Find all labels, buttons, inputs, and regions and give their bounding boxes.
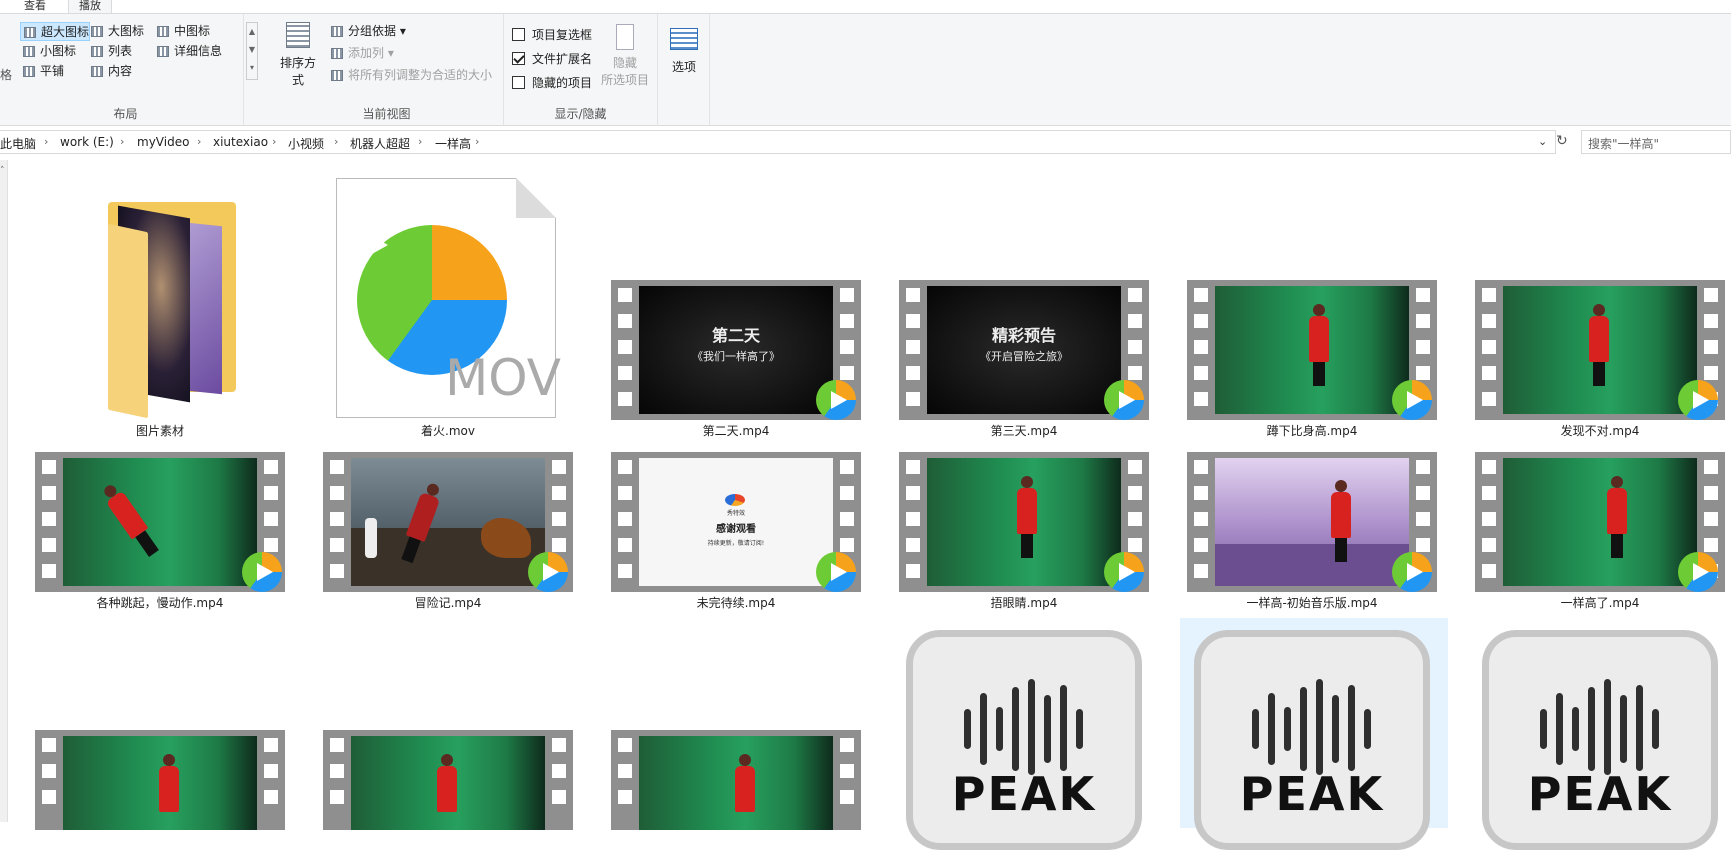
tencent-video-icon <box>528 552 568 592</box>
file-name: 一样高了.mp4 <box>1560 596 1640 610</box>
file-name: 未完待续.mp4 <box>696 596 776 610</box>
group-by-icon <box>331 26 343 37</box>
options-icon <box>670 28 698 50</box>
file-item-video[interactable]: 捂眼睛.mp4 <box>894 338 1154 610</box>
file-item-video[interactable]: 冒险记.mp4 <box>318 338 578 610</box>
video-thumbnail[interactable] <box>323 730 573 830</box>
audio-file-item[interactable]: PEAK <box>906 630 1142 850</box>
small-icons-icon <box>23 46 35 57</box>
layout-scroll[interactable]: ▲ ▼ ▾ <box>246 22 258 80</box>
medium-icons-icon <box>157 26 169 37</box>
hidden-items-box[interactable] <box>512 76 525 89</box>
view-small-icons[interactable]: 小图标 <box>20 42 76 61</box>
waveform-icon <box>964 679 1084 775</box>
collapse-icon[interactable]: ˄ <box>0 166 5 176</box>
file-name: 一样高-初始音乐版.mp4 <box>1246 596 1378 610</box>
content-icon <box>91 66 103 77</box>
large-icons-icon <box>91 26 103 37</box>
sort-button[interactable]: 排序方式 <box>278 22 318 87</box>
crumb-current-folder[interactable]: 一样高 <box>435 135 471 152</box>
address-dropdown-icon[interactable]: ⌄ <box>1538 135 1547 148</box>
options-group: 选项 <box>658 14 710 126</box>
view-list[interactable]: 列表 <box>88 42 132 61</box>
file-name: 捂眼睛.mp4 <box>990 596 1058 610</box>
crumb-chevron-icon[interactable]: › <box>334 135 338 148</box>
tencent-video-icon <box>1678 552 1718 592</box>
crumb-chevron-icon[interactable]: › <box>120 135 124 148</box>
crumb-robot-chaochao[interactable]: 机器人超超 <box>350 135 410 152</box>
address-bar[interactable]: 此电脑 › work (E:) › myVideo › xiutexiao › … <box>0 130 1556 154</box>
audio-file-item[interactable]: PEAK <box>1482 630 1718 850</box>
fit-columns-icon <box>331 70 343 81</box>
refresh-icon[interactable]: ↻ <box>1556 133 1568 149</box>
extra-large-icons-icon <box>24 27 36 38</box>
layout-group: 超大图标 大图标 中图标 小图标 列表 详细信息 平铺 内容 ▲ ▼ ▾ 布局 <box>8 14 258 126</box>
show-hide-group-label: 显示/隐藏 <box>554 107 607 121</box>
view-medium-icons[interactable]: 中图标 <box>154 22 210 41</box>
view-content[interactable]: 内容 <box>88 62 132 81</box>
waveform-icon <box>1252 679 1372 775</box>
tab-play[interactable]: 播放 <box>68 0 112 14</box>
video-thumbnail[interactable] <box>35 730 285 830</box>
file-item-folder[interactable]: 图片素材 <box>30 166 290 438</box>
waveform-icon <box>1540 679 1660 775</box>
sort-icon <box>286 22 310 48</box>
fit-columns-button[interactable]: 将所有列调整为合适的大小 <box>328 66 492 85</box>
video-thumbnail[interactable] <box>611 730 861 830</box>
crumb-this-pc[interactable]: 此电脑 <box>0 135 36 152</box>
group-by-button[interactable]: 分组依据 ▾ <box>328 22 406 41</box>
crumb-chevron-icon[interactable]: › <box>475 135 479 148</box>
file-item-video[interactable]: 蹲下比身高.mp4 <box>1182 166 1442 438</box>
tencent-video-icon <box>242 552 282 592</box>
crumb-chevron-icon[interactable]: › <box>197 135 201 148</box>
crumb-short-videos[interactable]: 小视频 <box>288 135 324 152</box>
current-view-group: 排序方式 分组依据 ▾ 添加列 ▾ 将所有列调整为合适的大小 当前视图 <box>270 14 504 126</box>
ribbon: 格 超大图标 大图标 中图标 小图标 列表 详细信息 平铺 内容 ▲ ▼ ▾ 布局 … <box>0 14 1731 126</box>
crumb-chevron-icon[interactable]: › <box>44 135 48 148</box>
crumb-chevron-icon[interactable]: › <box>418 135 422 148</box>
hide-icon <box>616 24 634 50</box>
crumb-myvideo[interactable]: myVideo <box>137 135 189 149</box>
view-tiles[interactable]: 平铺 <box>20 62 64 81</box>
show-hide-group: 项目复选框 文件扩展名 隐藏的项目 隐藏 所选项目 显示/隐藏 <box>504 14 658 126</box>
view-extra-large-icons[interactable]: 超大图标 <box>20 22 91 41</box>
file-extension-box[interactable] <box>512 52 525 65</box>
add-column-icon <box>331 48 343 59</box>
file-item-video[interactable]: 一样高了.mp4 <box>1470 338 1730 610</box>
file-item-video[interactable]: 精彩预告 《开启冒险之旅》 第三天.mp4 <box>894 166 1154 438</box>
file-name: 各种跳起，慢动作.mp4 <box>96 596 224 610</box>
current-view-group-label: 当前视图 <box>362 107 411 121</box>
view-large-icons[interactable]: 大图标 <box>88 22 144 41</box>
tencent-video-icon <box>1392 552 1432 592</box>
file-item-video[interactable]: 各种跳起，慢动作.mp4 <box>30 338 290 610</box>
address-bar-row: 此电脑 › work (E:) › myVideo › xiutexiao › … <box>0 130 1731 154</box>
search-input[interactable]: 搜索"一样高" <box>1581 130 1731 154</box>
tencent-video-icon <box>816 552 856 592</box>
logo-icon <box>725 494 745 506</box>
crumb-work-drive[interactable]: work (E:) <box>60 135 114 149</box>
layout-group-label: 布局 <box>113 107 138 121</box>
file-item-video[interactable]: 秀特效 感谢观看 持续更新，敬请订阅! 未完待续.mp4 <box>606 338 866 610</box>
file-name: 冒险记.mp4 <box>414 596 482 610</box>
options-button[interactable]: 选项 <box>666 28 702 75</box>
file-item-video[interactable]: 第二天 《我们一样高了》 第二天.mp4 <box>606 166 866 438</box>
crumb-xiutexiao[interactable]: xiutexiao <box>213 135 268 149</box>
tab-view[interactable]: 查看 <box>14 0 56 14</box>
file-item-mov[interactable]: MOV 着火.mov <box>318 166 578 438</box>
item-checkbox-box[interactable] <box>512 28 525 41</box>
add-column-button[interactable]: 添加列 ▾ <box>328 44 394 63</box>
tencent-video-icon <box>1104 552 1144 592</box>
file-item-video[interactable]: 一样高-初始音乐版.mp4 <box>1182 338 1442 610</box>
ribbon-tab-bar: 查看 播放 <box>0 0 1731 14</box>
list-icon <box>91 46 103 57</box>
details-icon <box>157 46 169 57</box>
view-details[interactable]: 详细信息 <box>154 42 222 61</box>
hide-selected-button[interactable]: 隐藏 所选项目 <box>596 24 654 88</box>
nav-pane-edge[interactable]: ˄ <box>0 160 8 822</box>
file-item-video[interactable]: 发现不对.mp4 <box>1470 166 1730 438</box>
crumb-chevron-icon[interactable]: › <box>272 135 276 148</box>
tiles-icon <box>23 66 35 77</box>
audio-file-item[interactable]: PEAK <box>1194 630 1430 850</box>
